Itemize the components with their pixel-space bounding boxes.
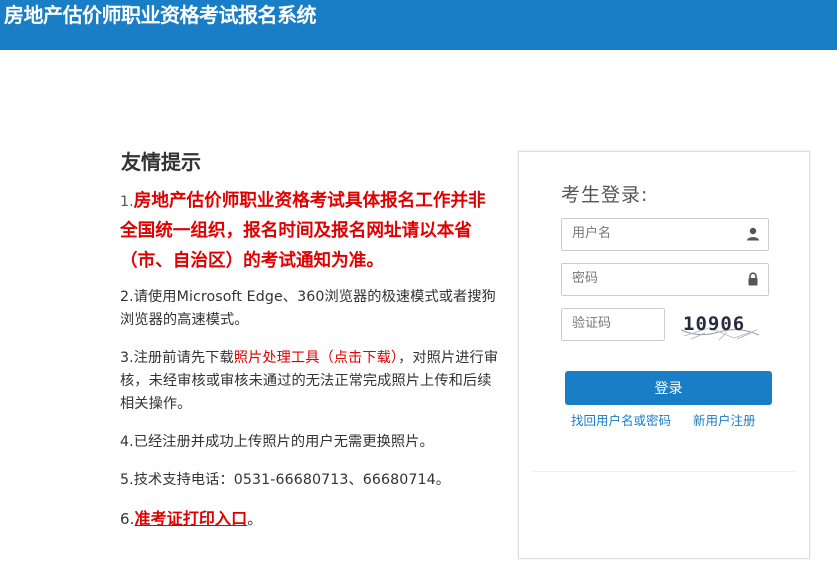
- notice-item-1-text: 房地产估价师职业资格考试具体报名工作并非全国统一组织，报名时间及报名网址请以本省…: [120, 191, 486, 271]
- password-field: [561, 263, 769, 296]
- notice-section: 友情提示 1.房地产估价师职业资格考试具体报名工作并非全国统一组织，报名时间及报…: [120, 148, 500, 546]
- password-input[interactable]: [562, 264, 742, 293]
- captcha-image[interactable]: 10906: [679, 308, 761, 341]
- lock-icon: [748, 272, 758, 286]
- forgot-credentials-link[interactable]: 找回用户名或密码: [571, 410, 671, 429]
- notice-item-4: 4.已经注册并成功上传照片的用户无需更换照片。: [120, 434, 434, 450]
- photo-tool-download-link[interactable]: 照片处理工具（点击下载）: [234, 350, 398, 366]
- login-title: 考生登录:: [561, 184, 649, 206]
- notice-item-2: 2.请使用Microsoft Edge、360浏览器的极速模式或者搜狗浏览器的高…: [120, 289, 496, 328]
- login-panel: 考生登录: 10906 登录 找回用户名或密码 新用户注册: [518, 151, 810, 559]
- notice-title: 友情提示: [121, 150, 201, 174]
- notice-item-6: 6.准考证打印入口。: [120, 507, 500, 531]
- notice-item-6-number: 6.: [120, 510, 135, 528]
- captcha-field: [561, 308, 665, 341]
- captcha-input[interactable]: [562, 309, 662, 338]
- notice-item-6-suffix: 。: [247, 510, 263, 528]
- panel-divider: [533, 471, 795, 472]
- login-button[interactable]: 登录: [565, 371, 772, 405]
- notice-item-3-prefix: 3.注册前请先下载: [120, 350, 234, 366]
- register-link[interactable]: 新用户注册: [693, 410, 756, 429]
- header-bar: 房地产估价师职业资格考试报名系统: [0, 0, 837, 50]
- system-title: 房地产估价师职业资格考试报名系统: [4, 3, 317, 27]
- username-field: [561, 218, 769, 251]
- notice-item-5: 5.技术支持电话：0531-66680713、66680714。: [120, 472, 451, 488]
- admission-ticket-print-link[interactable]: 准考证打印入口: [135, 509, 248, 528]
- notice-item-1-number: 1.: [120, 194, 134, 210]
- captcha-text: 10906: [683, 313, 745, 335]
- notice-item-3: 3.注册前请先下载照片处理工具（点击下载），对照片进行审核，未经审核或审核未通过…: [120, 347, 500, 416]
- username-input[interactable]: [562, 219, 742, 248]
- notice-item-1: 1.房地产估价师职业资格考试具体报名工作并非全国统一组织，报名时间及报名网址请以…: [120, 186, 500, 276]
- user-icon: [747, 227, 759, 241]
